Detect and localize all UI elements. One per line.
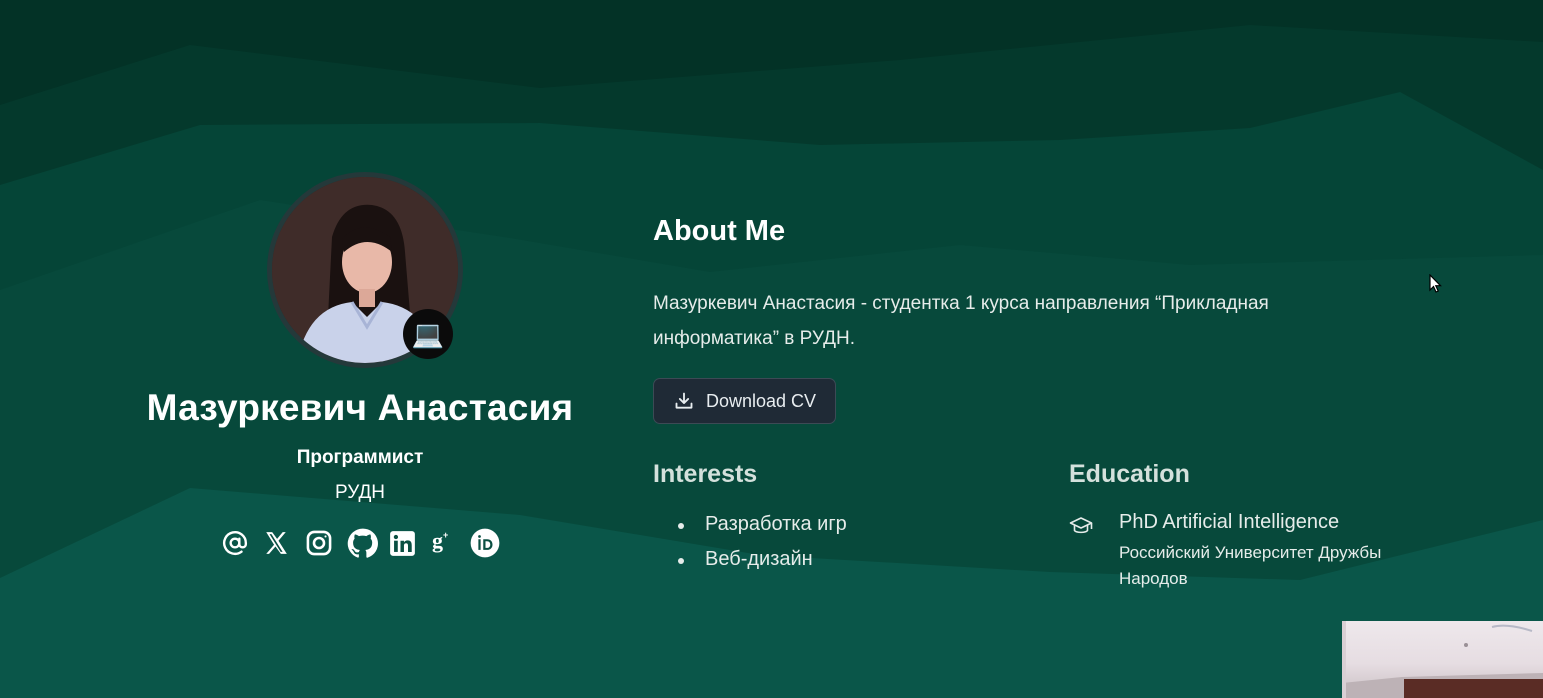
mouse-cursor-icon bbox=[1429, 273, 1443, 299]
profile-role: Программист bbox=[296, 447, 424, 468]
google-scholar-icon[interactable]: g + bbox=[428, 528, 456, 558]
x-twitter-icon[interactable] bbox=[262, 528, 290, 558]
profile-name: Мазуркевич Анастасия bbox=[146, 387, 574, 428]
education-degree: PhD Artificial Intelligence bbox=[1119, 511, 1340, 533]
at-sign-icon[interactable] bbox=[221, 528, 249, 558]
download-cv-button[interactable]: Download CV bbox=[653, 378, 836, 424]
profile-organization: РУДН bbox=[334, 482, 386, 503]
list-item: Веб-дизайн bbox=[653, 544, 847, 579]
list-item: Разработка игр bbox=[653, 509, 847, 544]
education-university: Российский Университет Дружбы Народов bbox=[1119, 543, 1382, 588]
about-me-heading: About Me bbox=[653, 215, 786, 247]
download-icon bbox=[674, 391, 694, 411]
linkedin-icon[interactable] bbox=[388, 528, 416, 558]
github-icon[interactable] bbox=[346, 528, 378, 558]
profile-avatar: 💻 bbox=[267, 172, 463, 368]
svg-text:+: + bbox=[443, 530, 448, 540]
education-heading: Education bbox=[1069, 460, 1190, 488]
interests-heading: Interests bbox=[653, 460, 758, 488]
instagram-icon[interactable] bbox=[305, 528, 333, 558]
download-cv-label: Download CV bbox=[706, 390, 817, 411]
orcid-icon[interactable] bbox=[470, 528, 500, 558]
laptop-emoji-badge: 💻 bbox=[403, 309, 453, 359]
graduation-cap-icon bbox=[1069, 515, 1093, 542]
about-me-text: Мазуркевич Анастасия - студентка 1 курса… bbox=[653, 293, 1269, 349]
interests-list: Разработка игр Веб-дизайн bbox=[653, 509, 847, 579]
svg-text:g: g bbox=[432, 529, 443, 553]
webcam-overlay bbox=[1342, 621, 1543, 698]
